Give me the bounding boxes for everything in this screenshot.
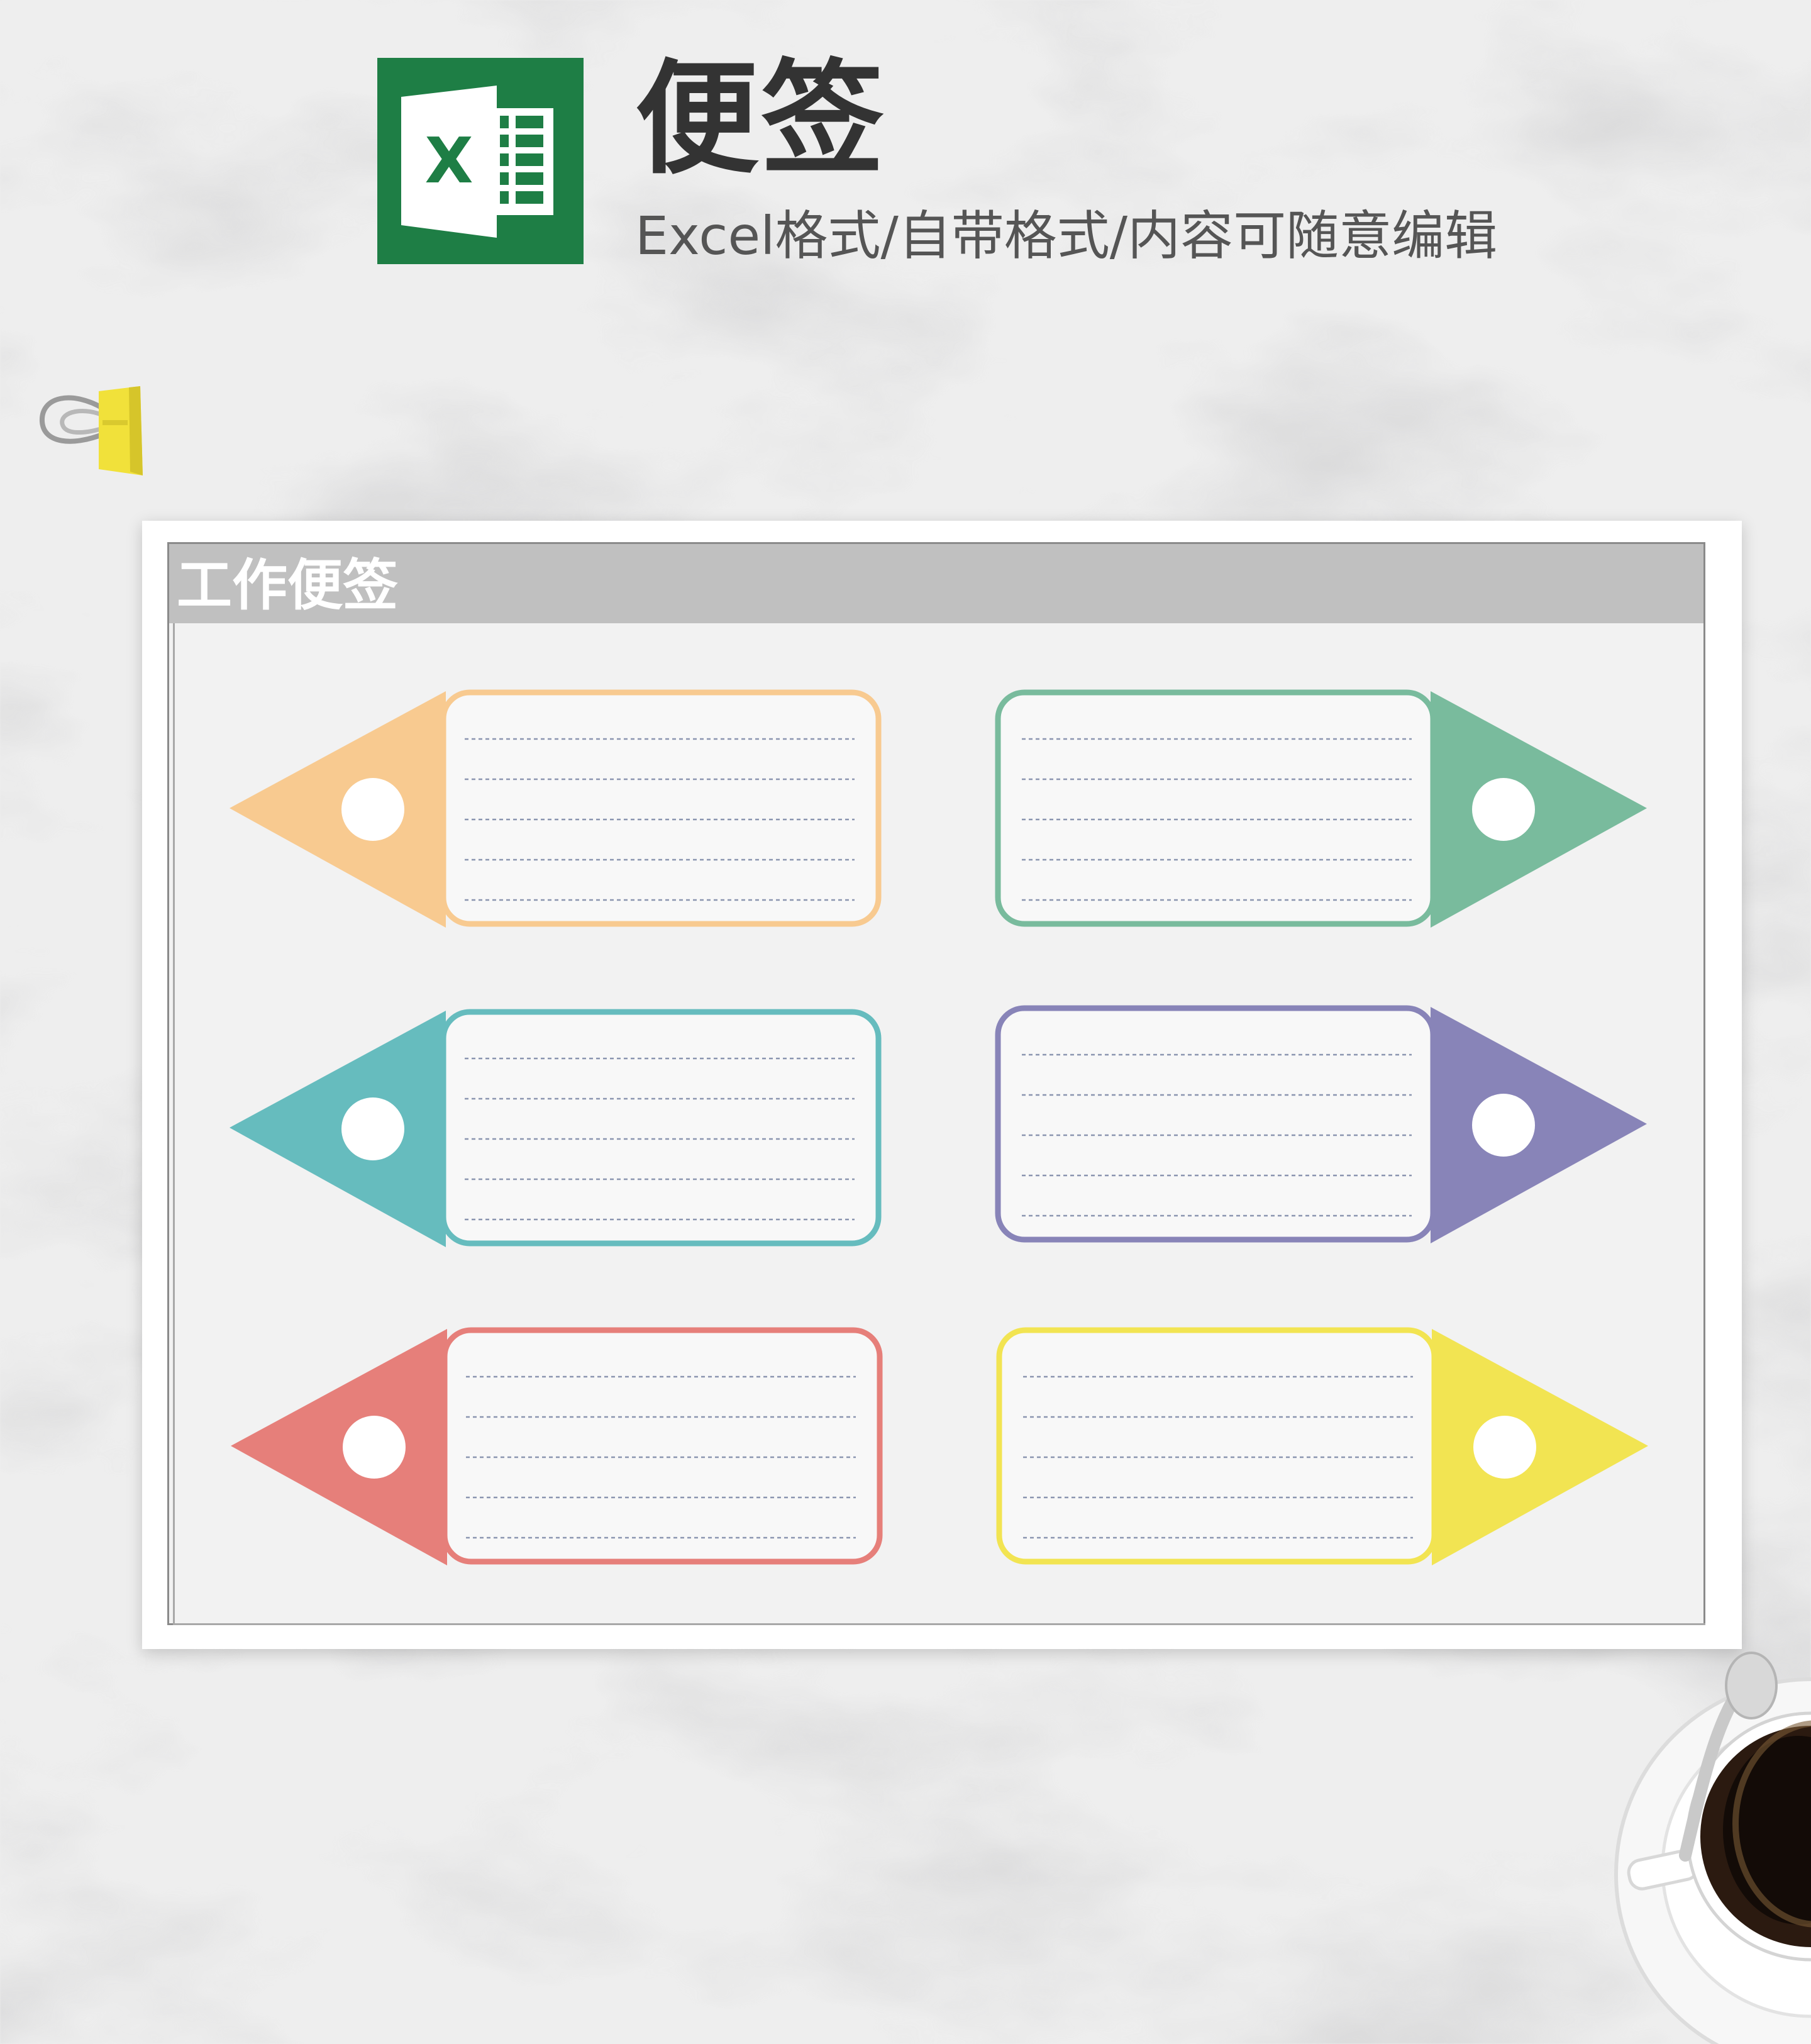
coffee-cup-icon	[1614, 1652, 1811, 2044]
note-tag-1[interactable]	[230, 689, 882, 928]
tags-area	[230, 689, 1648, 1565]
note-tag-6[interactable]	[996, 1327, 1648, 1565]
sticky-note-panel: 工作便签	[167, 542, 1705, 1625]
excel-logo-letter: X	[424, 124, 473, 197]
sheet-card: 工作便签	[142, 521, 1742, 1649]
excel-logo-icon: X	[377, 58, 584, 264]
note-tag-4[interactable]	[995, 1005, 1647, 1243]
binder-clip-icon	[39, 386, 143, 475]
note-tag-5[interactable]	[231, 1327, 883, 1565]
note-tag-2[interactable]	[995, 689, 1647, 928]
note-tag-3[interactable]	[230, 1009, 882, 1247]
page-subtitle: Excel格式/自带格式/内容可随意编辑	[635, 205, 1498, 267]
page-title: 便签	[635, 48, 887, 191]
